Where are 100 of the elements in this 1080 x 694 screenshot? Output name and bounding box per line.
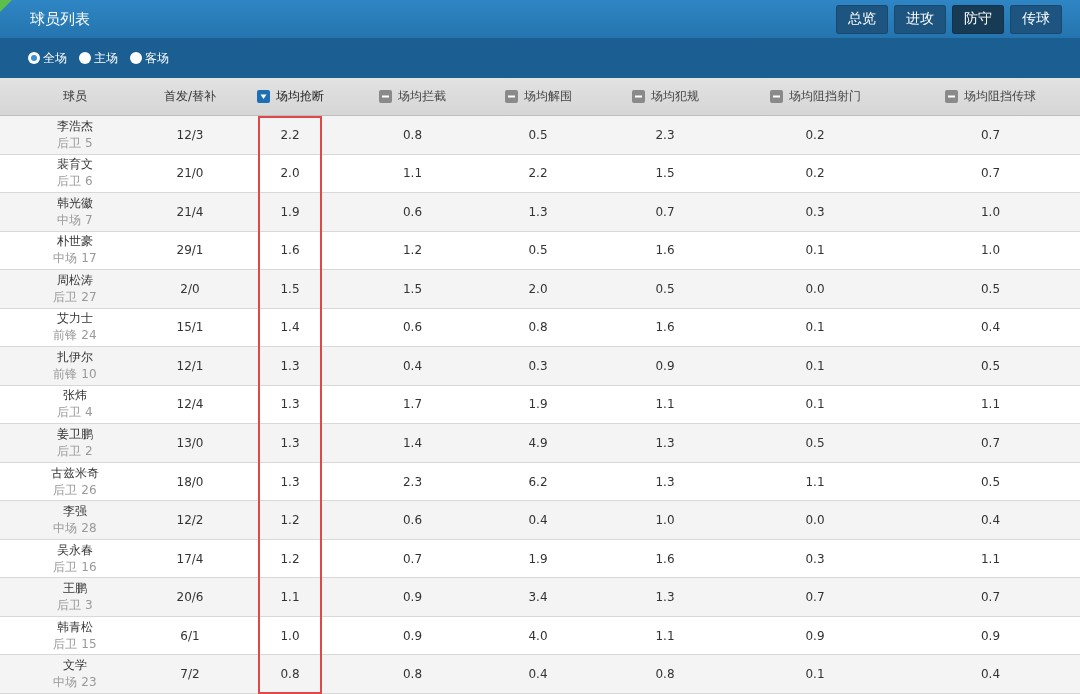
table-cell: 1.0 (280, 628, 300, 643)
table-cell: 0.9 (805, 628, 825, 643)
column-header: 球员 (63, 88, 87, 105)
player-position: 中场 7 (57, 211, 93, 229)
player-position: 后卫 3 (57, 597, 93, 615)
player-name: 韩光徽 (57, 194, 93, 212)
window-title: 球员列表 (30, 9, 90, 29)
view-tab[interactable]: 传球 (1010, 4, 1062, 34)
table-cell: 1.6 (655, 320, 675, 335)
table-cell: 0.8 (528, 320, 548, 335)
table-cell: 0.9 (655, 358, 675, 373)
player-position: 中场 23 (53, 674, 97, 692)
player-name: 扎伊尔 (57, 348, 93, 366)
table-cell: 0.5 (655, 281, 675, 296)
player-position: 前锋 24 (53, 327, 97, 345)
table-cell: 2/0 (180, 281, 200, 296)
table-cell: 1.4 (280, 320, 300, 335)
table-cell: 0.5 (528, 243, 548, 258)
venue-radio[interactable]: 全场 (28, 49, 67, 67)
radio-button[interactable] (79, 52, 91, 64)
table-cell: 1.1 (655, 628, 675, 643)
player-name: 吴永春 (57, 541, 93, 559)
player-name: 李浩杰 (57, 117, 93, 135)
table-cell: 1.9 (280, 204, 300, 219)
column-header[interactable]: 场均犯规 (631, 88, 699, 105)
table-cell: 1.6 (655, 551, 675, 566)
table-cell: 1.0 (655, 513, 675, 528)
table-cell: 0.1 (805, 358, 825, 373)
player-position: 后卫 5 (57, 134, 93, 152)
table-cell: 0.7 (980, 166, 1001, 181)
table-cell: 1.5 (280, 281, 300, 296)
radio-label: 主场 (94, 49, 118, 67)
table-cell: 29/1 (176, 243, 204, 258)
radio-button[interactable] (28, 52, 40, 64)
player-name: 古兹米奇 (51, 464, 99, 482)
player-name: 朴世豪 (57, 233, 93, 251)
table-cell: 0.9 (980, 628, 1001, 643)
table-cell: 0.4 (528, 667, 548, 682)
venue-radio[interactable]: 客场 (130, 49, 169, 67)
table-cell: 6/1 (180, 628, 200, 643)
table-cell: 1.3 (280, 436, 300, 450)
table-cell: 2.3 (655, 127, 675, 142)
venue-radio[interactable]: 主场 (79, 49, 118, 67)
table-cell: 0.6 (402, 320, 423, 335)
column-header[interactable]: 场均阻挡传球 (945, 88, 1036, 105)
table-cell: 0.1 (805, 320, 825, 335)
table-cell: 2.3 (402, 474, 423, 489)
corner-ribbon-icon (0, 0, 12, 12)
player-position: 后卫 26 (53, 481, 97, 499)
player-name: 文学 (63, 657, 87, 675)
view-tab[interactable]: 进攻 (894, 4, 946, 34)
table-cell: 1.0 (980, 243, 1001, 258)
table-cell: 0.8 (655, 667, 675, 682)
player-position: 后卫 6 (57, 173, 93, 191)
table-cell: 0.3 (528, 358, 548, 373)
table-cell: 20/6 (176, 590, 204, 605)
table-cell: 0.8 (402, 667, 423, 682)
table-cell: 1.1 (655, 397, 675, 412)
player-name: 韩青松 (57, 618, 93, 636)
table-cell: 1.6 (655, 243, 675, 258)
table-cell: 1.2 (402, 243, 423, 258)
table-cell: 0.7 (402, 551, 423, 566)
player-name: 王鹏 (63, 580, 87, 598)
radio-button[interactable] (130, 52, 142, 64)
table-cell: 1.3 (280, 358, 300, 373)
table-cell: 1.9 (528, 551, 548, 566)
table-cell: 4.9 (528, 436, 548, 450)
player-name: 李强 (63, 503, 87, 521)
column-header[interactable]: 场均拦截 (379, 88, 446, 105)
table-cell: 12/4 (176, 397, 204, 412)
table-cell: 4.0 (528, 628, 548, 643)
column-header[interactable]: 场均阻挡射门 (769, 88, 861, 105)
table-cell: 0.1 (805, 667, 825, 682)
player-position: 中场 17 (53, 250, 97, 268)
table-cell: 1.1 (280, 590, 300, 605)
table-cell: 2.0 (280, 166, 300, 181)
table-cell: 12/1 (176, 358, 204, 373)
table-cell: 1.2 (280, 551, 300, 566)
view-tab[interactable]: 总览 (836, 4, 888, 34)
table-cell: 0.5 (980, 281, 1001, 296)
table-cell: 0.5 (528, 127, 548, 142)
view-tab[interactable]: 防守 (952, 4, 1004, 34)
table-cell: 13/0 (176, 436, 204, 450)
column-header[interactable]: 场均抢断 (256, 88, 324, 105)
unsorted-icon (379, 90, 392, 103)
player-name: 裴育文 (57, 156, 93, 174)
player-name: 张炜 (63, 387, 87, 405)
table-cell: 0.0 (805, 513, 825, 528)
column-header[interactable]: 场均解围 (504, 88, 572, 105)
table-cell: 12/2 (176, 513, 204, 528)
table-cell: 1.2 (280, 513, 300, 528)
table-cell: 1.3 (655, 436, 675, 450)
radio-label: 客场 (145, 49, 169, 67)
table-cell: 1.3 (528, 204, 548, 219)
table-cell: 1.3 (280, 474, 300, 489)
table-cell: 1.5 (402, 281, 423, 296)
table-cell: 0.3 (805, 551, 825, 566)
table-cell: 0.9 (402, 628, 423, 643)
table-cell: 0.1 (805, 243, 825, 258)
table-cell: 0.3 (805, 204, 825, 219)
